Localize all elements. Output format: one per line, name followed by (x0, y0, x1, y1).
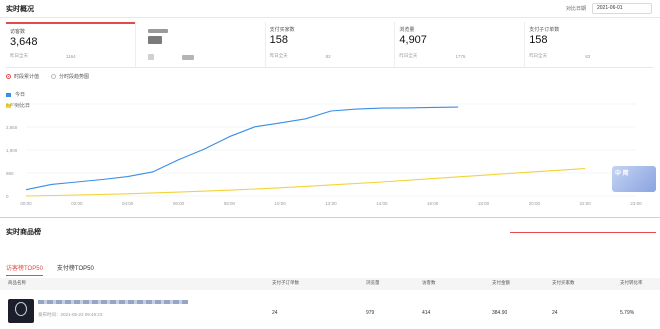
table-row[interactable]: 发布时间：2021-05-23 09:49:23 24 979 414 384.… (0, 296, 660, 326)
page-title: 实时概况 (6, 6, 34, 13)
stat-sub-orders[interactable]: 支付子订单数 158 昨日全天 83 (524, 22, 654, 67)
compare-date: 对比日期 2021-06-01 (566, 3, 652, 14)
x-tick-label: 18:00 (478, 201, 490, 206)
product-search[interactable] (510, 221, 656, 233)
mode-trend-label: 分时段趋势图 (59, 74, 90, 80)
x-tick-label: 14:00 (376, 201, 388, 206)
tab-payment-top50[interactable]: 支付榜TOP50 (57, 263, 94, 276)
stat-label: 访客数 (10, 29, 26, 35)
stat-prev-label: 昨日全天 (399, 53, 418, 58)
stats-row: 访客数 3,648 昨日全天 1164 支付买家数 158 昨日全天 82 浏览… (6, 22, 654, 68)
x-tick-label: 06:00 (173, 201, 185, 206)
radio-unchecked-icon (51, 74, 57, 79)
y-tick-label: 950 (6, 171, 14, 176)
header-divider (0, 17, 660, 18)
y-tick-label: 2,850 (6, 125, 18, 130)
x-tick-label: 04:00 (122, 201, 134, 206)
stat-value: 158 (269, 34, 288, 46)
x-tick-label: 16:00 (427, 201, 439, 206)
x-tick-label: 00:00 (20, 201, 32, 206)
stat-prev-label: 昨日全天 (10, 53, 28, 58)
x-tick-label: 10:00 (275, 201, 287, 206)
stat-prev-value: 83 (585, 54, 591, 59)
col-product-name: 商品名称 (8, 280, 26, 285)
col-amount[interactable]: 支付金额 (492, 280, 510, 286)
cell-orders: 24 (272, 310, 278, 316)
mode-cumulative[interactable]: 时段累计值 (6, 73, 39, 80)
col-views[interactable]: 浏览量 (366, 280, 380, 286)
mode-cumulative-label: 时段累计值 (14, 74, 40, 80)
radio-checked-icon (6, 74, 11, 79)
stat-pageviews[interactable]: 浏览量 4,907 昨日全天 1775 (394, 22, 524, 67)
products-title: 实时商品榜 (6, 229, 41, 236)
y-tick-label: 1,900 (6, 148, 18, 153)
compare-date-picker[interactable]: 2021-06-01 (592, 3, 652, 14)
cell-amount: 384.90 (492, 310, 508, 316)
x-tick-label: 02:00 (71, 201, 83, 206)
series-line-0 (25, 106, 459, 191)
redacted-label (147, 29, 168, 33)
section-divider (0, 217, 660, 218)
compare-date-label: 对比日期 (565, 6, 586, 12)
y-tick-label: 3,800 (6, 102, 18, 107)
stat-prev-label: 昨日全天 (529, 53, 548, 58)
stat-paying-buyers[interactable]: 支付买家数 158 昨日全天 82 (264, 22, 395, 67)
y-tick-label: 0 (6, 194, 9, 199)
chart-mode-options: 时段累计值 分时段趋势图 (6, 73, 89, 80)
tab-visitor-top50[interactable]: 访客榜TOP50 (6, 263, 43, 276)
cell-conversion: 5.79% (620, 310, 635, 316)
redacted-prev (147, 54, 154, 60)
cell-visitors: 414 (422, 310, 431, 316)
col-visitors[interactable]: 访客数 (422, 280, 436, 286)
product-thumbnail[interactable] (8, 299, 34, 323)
col-orders[interactable]: 支付子订单数 (272, 280, 299, 286)
col-buyers[interactable]: 支付买家数 (552, 280, 575, 286)
stat-prev-value: 1775 (455, 54, 466, 59)
stat-value: 3,648 (10, 36, 38, 48)
stat-value: 158 (529, 34, 548, 46)
mode-trend[interactable]: 分时段趋势图 (51, 73, 89, 80)
x-tick-label: 20:00 (529, 201, 541, 206)
stat-prev-value: 1164 (66, 54, 76, 59)
x-tick-label: 23:00 (630, 201, 642, 206)
stat-label: 支付子订单数 (529, 27, 560, 33)
corner-badge[interactable]: 中 简 (612, 166, 656, 192)
badge-text: 中 简 (615, 171, 629, 177)
stat-label: 支付买家数 (269, 27, 295, 33)
cell-views: 979 (366, 310, 375, 316)
stat-label: 浏览量 (399, 27, 415, 33)
stat-redacted[interactable] (134, 22, 265, 67)
redacted-prev-value (181, 55, 194, 60)
x-tick-label: 12:00 (325, 201, 337, 206)
stat-prev-value: 82 (325, 54, 331, 59)
stat-prev-label: 昨日全天 (269, 53, 288, 58)
redacted-value (147, 36, 162, 44)
publish-time: 发布时间：2021-05-23 09:49:23 (38, 312, 103, 317)
x-tick-label: 08:00 (224, 201, 236, 206)
col-conversion[interactable]: 支付转化率 (620, 280, 643, 286)
visitor-line-chart: 0 950 1,900 2,850 3,800 00:00 02:00 04:00 06:00 0… (6, 102, 642, 206)
product-name-redacted[interactable] (38, 300, 188, 304)
ranking-tabs: 访客榜TOP50 支付榜TOP50 (6, 263, 94, 276)
product-table-header: 商品名称 支付子订单数 浏览量 访客数 支付金额 支付买家数 支付转化率 (0, 278, 660, 290)
cell-buyers: 24 (552, 310, 558, 316)
stat-visitors[interactable]: 访客数 3,648 昨日全天 1164 (6, 22, 135, 67)
stat-value: 4,907 (399, 34, 427, 46)
x-tick-label: 22:00 (580, 201, 592, 206)
